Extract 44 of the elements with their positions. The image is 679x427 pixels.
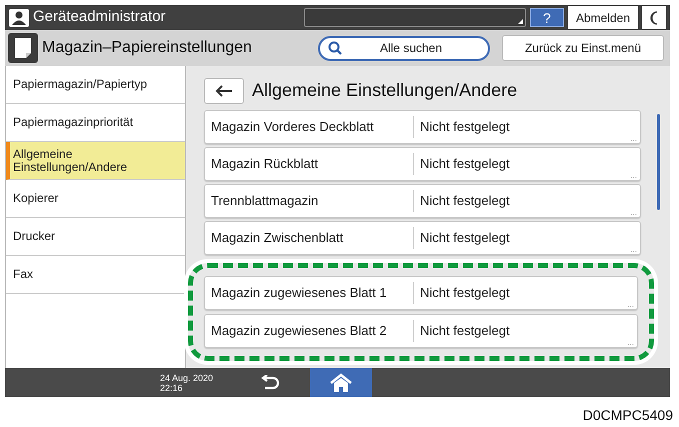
- back-to-settings-button[interactable]: Zurück zu Einst.menü: [502, 35, 664, 61]
- more-indicator: ...: [630, 135, 637, 143]
- user-name: Geräteadministrator: [33, 7, 166, 28]
- back-button[interactable]: [204, 78, 244, 104]
- setting-label: Magazin Zwischenblatt: [210, 229, 344, 248]
- logout-button[interactable]: Abmelden: [568, 6, 638, 29]
- setting-row[interactable]: Trennblattmagazin Nicht festgelegt ...: [204, 184, 641, 218]
- more-indicator: ...: [630, 172, 637, 180]
- more-indicator: ...: [627, 339, 634, 347]
- user-icon: [9, 8, 29, 26]
- search-icon: [328, 41, 342, 55]
- setting-row[interactable]: Magazin zugewiesenes Blatt 2 Nicht festgelegt ...: [204, 314, 638, 348]
- setting-value: Nicht festgelegt: [419, 192, 510, 210]
- sidebar-item[interactable]: Allgemeine Einstellungen/Andere: [6, 142, 185, 180]
- date-text: 24 Aug. 2020: [160, 372, 214, 382]
- paper-icon: [8, 33, 38, 63]
- setting-label: Magazin zugewiesenes Blatt 2: [210, 322, 388, 340]
- sleep-button[interactable]: [642, 6, 666, 29]
- setting-value: Nicht festgelegt: [419, 118, 510, 136]
- help-button[interactable]: ?: [530, 8, 564, 27]
- more-indicator: ...: [627, 301, 634, 309]
- search-button[interactable]: Alle suchen: [318, 36, 490, 60]
- setting-value: Nicht festgelegt: [419, 155, 510, 174]
- left-arrow-icon: [215, 84, 233, 96]
- more-indicator: ...: [630, 246, 637, 254]
- screen-title: Magazin–Papiereinstellungen: [42, 38, 252, 58]
- figure-code: D0CMPC5409: [582, 406, 673, 425]
- setting-row[interactable]: Magazin Vorderes Deckblatt Nicht festgelegt ...: [204, 110, 641, 144]
- setting-label: Magazin zugewiesenes Blatt 1: [210, 284, 388, 302]
- setting-value: Nicht festgelegt: [419, 284, 510, 302]
- home-button[interactable]: [310, 368, 372, 397]
- setting-row[interactable]: Magazin Rückblatt Nicht festgelegt ...: [204, 147, 641, 181]
- setting-label: Trennblattmagazin: [210, 192, 320, 210]
- setting-value: Nicht festgelegt: [419, 229, 510, 248]
- setting-label: Magazin Rückblatt: [210, 155, 319, 174]
- more-indicator: ...: [630, 209, 637, 217]
- moon-icon: [649, 10, 659, 24]
- home-icon: [329, 372, 353, 392]
- setting-row[interactable]: Magazin zugewiesenes Blatt 1 Nicht festgelegt ...: [204, 276, 638, 310]
- setting-label: Magazin Vorderes Deckblatt: [210, 118, 375, 136]
- setting-value: Nicht festgelegt: [419, 322, 510, 340]
- setting-row[interactable]: Magazin Zwischenblatt Nicht festgelegt ...: [204, 221, 641, 255]
- time-text: 22:16: [160, 382, 183, 392]
- panel-title: Allgemeine Einstellungen/Andere: [252, 79, 518, 102]
